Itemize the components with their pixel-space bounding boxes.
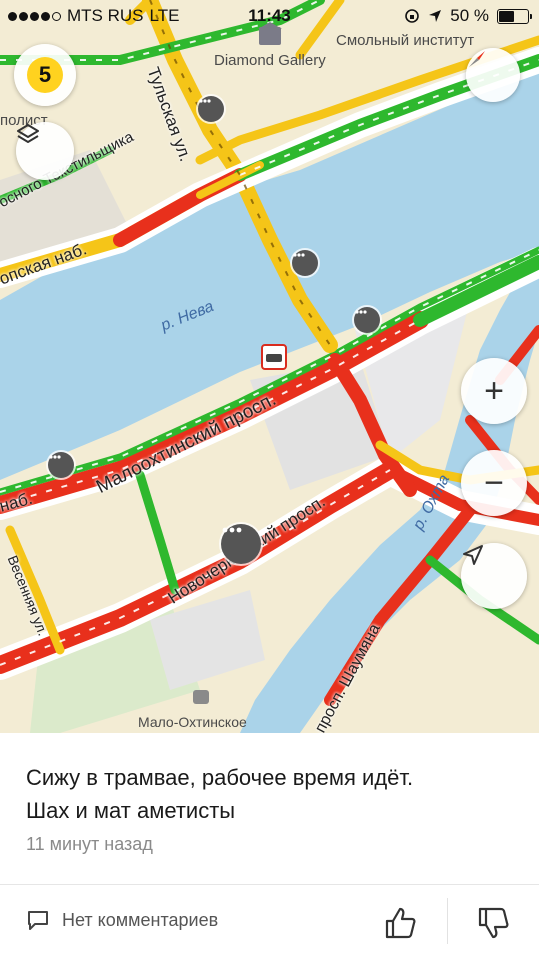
chat-pin-selected[interactable]	[221, 524, 261, 564]
post-text-line-2: Шах и мат аметисты	[26, 798, 236, 823]
chat-dots-icon	[293, 253, 305, 257]
post-timestamp: 11 минут назад	[26, 834, 153, 854]
post-panel: Сижу в трамвае, рабочее время идёт. Шах …	[0, 733, 539, 960]
post-text-line-1: Сижу в трамвае, рабочее время идёт.	[26, 765, 414, 790]
battery-icon	[497, 8, 532, 24]
thumbs-up-icon	[385, 907, 416, 939]
compass-icon	[469, 51, 485, 67]
status-bar: MTS RUS LTE 11:43 50 %	[0, 0, 539, 32]
dislike-button[interactable]	[474, 903, 514, 943]
label-malo-okhtinskoe: Мало-Охтинское	[138, 714, 247, 730]
comments-label: Нет комментариев	[62, 909, 219, 930]
label-diamond-gallery: Diamond Gallery	[214, 52, 326, 69]
like-button[interactable]	[381, 903, 421, 943]
layers-icon	[17, 124, 39, 143]
accident-icon[interactable]	[261, 344, 287, 370]
post-text: Сижу в трамвае, рабочее время идёт. Шах …	[26, 761, 516, 827]
layers-button[interactable]	[16, 122, 74, 180]
rotation-lock-icon	[405, 9, 420, 23]
map-canvas	[0, 0, 539, 733]
chat-pin[interactable]	[48, 452, 74, 478]
compass-button[interactable]	[466, 48, 520, 102]
label-smolny: Смольный институт	[336, 32, 475, 49]
locate-button[interactable]	[461, 543, 527, 609]
metro-station-icon	[193, 690, 209, 704]
chat-pin[interactable]	[354, 307, 380, 333]
zoom-out-button[interactable]: −	[461, 450, 527, 516]
divider	[0, 884, 539, 885]
battery-percent: 50 %	[450, 6, 489, 25]
chat-dots-icon	[199, 99, 211, 103]
signal-dots-icon	[8, 11, 61, 21]
chat-pin[interactable]	[198, 96, 224, 122]
vote-separator	[447, 898, 448, 944]
comment-icon	[28, 911, 48, 930]
chat-pin[interactable]	[292, 250, 318, 276]
traffic-map[interactable]: Смольный институт Diamond Gallery полист…	[0, 0, 539, 733]
thumbs-down-icon	[478, 907, 509, 939]
chat-dots-icon	[49, 455, 61, 459]
traffic-score: 5	[27, 57, 63, 93]
chat-dots-icon	[222, 527, 242, 533]
zoom-in-button[interactable]: +	[461, 358, 527, 424]
network-type: LTE	[149, 6, 180, 25]
locate-arrow-icon	[463, 545, 483, 565]
carrier-name: MTS RUS	[67, 6, 144, 25]
chat-dots-icon	[355, 310, 367, 314]
traffic-score-button[interactable]: 5	[14, 44, 76, 106]
comments-button[interactable]: Нет комментариев	[26, 909, 218, 931]
location-arrow-icon	[429, 10, 442, 22]
